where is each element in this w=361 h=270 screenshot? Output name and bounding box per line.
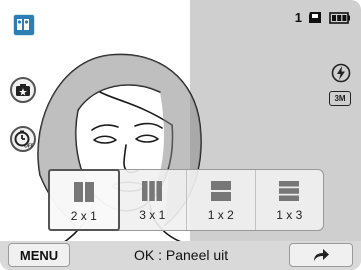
layout-option-label: 1 x 2 [207, 208, 234, 222]
menu-button-label: MENU [19, 247, 59, 263]
menu-button[interactable]: MENU [8, 243, 70, 267]
layout-option-label: 2 x 1 [70, 209, 97, 223]
status-bar: 1 [295, 10, 351, 25]
battery-icon [329, 11, 350, 24]
camera-screen: OFF 1 3M 2 x 1 3 x 1 1 x 2 1 x 3 MENU OK… [0, 0, 361, 270]
layout-3x1-icon [142, 181, 163, 201]
timer-button[interactable]: OFF [10, 126, 36, 152]
memory-card-icon [309, 12, 321, 23]
ok-hint-text: OK : Paneel uit [134, 247, 229, 263]
shooting-mode-button[interactable] [13, 14, 35, 36]
layout-option-1x3[interactable]: 1 x 3 [256, 170, 324, 230]
smart-mode-icon [16, 84, 30, 96]
svg-text:OFF: OFF [24, 144, 33, 150]
layout-1x2-icon [210, 181, 231, 201]
layout-option-3x1[interactable]: 3 x 1 [119, 170, 187, 230]
layout-option-2x1[interactable]: 2 x 1 [48, 169, 120, 231]
photo-size-label: 3M [334, 94, 346, 103]
panel-layout-selector: 2 x 1 3 x 1 1 x 2 1 x 3 [48, 169, 324, 231]
layout-option-1x2[interactable]: 1 x 2 [187, 170, 256, 230]
back-button[interactable] [289, 243, 353, 267]
photo-size-3m-icon[interactable]: 3M [329, 91, 351, 106]
shooting-mode-icon [17, 19, 29, 30]
layout-option-label: 3 x 1 [139, 208, 166, 222]
layout-1x3-icon [279, 181, 300, 201]
arrow-return-icon [314, 249, 329, 261]
layout-2x1-icon [73, 182, 94, 202]
shots-remaining: 1 [294, 10, 302, 25]
timer-off-icon: OFF [14, 130, 33, 150]
flash-icon[interactable] [331, 63, 351, 83]
layout-option-label: 1 x 3 [276, 208, 303, 222]
smart-mode-button[interactable] [10, 77, 36, 103]
